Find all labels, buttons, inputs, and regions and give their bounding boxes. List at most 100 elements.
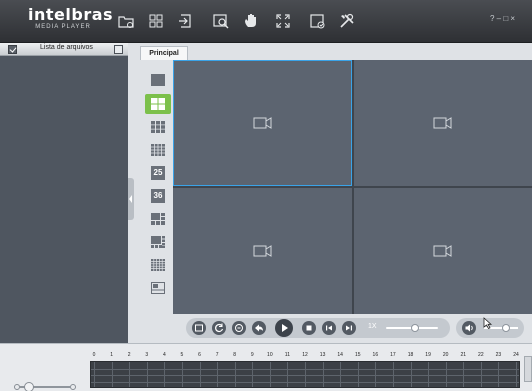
- tab-principal[interactable]: Principal: [140, 46, 188, 60]
- stop-all-button[interactable]: [192, 321, 206, 335]
- timeline-hour-label: 23: [495, 352, 502, 358]
- collapse-panel-handle[interactable]: [128, 178, 134, 220]
- timeline-hour-label: 2: [127, 352, 131, 358]
- timeline-hour-label: 19: [425, 352, 431, 358]
- rewind-button[interactable]: [252, 321, 266, 335]
- fullscreen-icon[interactable]: [274, 12, 292, 30]
- layout-custom-c-button[interactable]: [145, 255, 171, 275]
- mouse-cursor-icon: [483, 317, 493, 329]
- timeline-area: 0 1 2 3 4 5 6 7 8 9 10 11 12 13 14 15 16 17 18 19 20 21 22 23 24: [0, 343, 532, 391]
- playback-controls: 1X: [186, 318, 450, 338]
- brand-subtitle: MEDIA PLAYER: [35, 24, 91, 30]
- timeline-hour-label: 14: [337, 352, 343, 358]
- search-icon[interactable]: [212, 12, 230, 30]
- video-cell-1[interactable]: [173, 60, 352, 186]
- sync-button[interactable]: [212, 321, 226, 335]
- layout-selector: 25 36: [143, 60, 173, 312]
- back-arrow-icon: [255, 324, 263, 332]
- timeline-hour-label: 12: [302, 352, 308, 358]
- layout-grid-icon[interactable]: [147, 12, 165, 30]
- layout-4-button[interactable]: [145, 94, 171, 114]
- timeline-channel-line: [91, 381, 519, 383]
- timeline-hour-label: 21: [460, 352, 467, 358]
- camera-icon: [253, 245, 271, 257]
- timeline-channel-line: [91, 368, 519, 370]
- video-cell-4[interactable]: [354, 188, 532, 314]
- timeline-hour-label: 17: [390, 352, 396, 358]
- file-list-header: Lista de arquivos: [0, 43, 128, 56]
- camera-icon: [433, 117, 452, 129]
- volume-slider-knob[interactable]: [502, 324, 511, 332]
- timeline-hour-label: 20: [442, 352, 449, 358]
- stop-button[interactable]: [302, 321, 316, 335]
- window-controls[interactable]: ? – □ ×: [490, 14, 515, 23]
- layout-custom-b-button[interactable]: [145, 232, 171, 252]
- layout-custom-d-button[interactable]: [145, 278, 171, 298]
- app-logo: intelbras MEDIA PLAYER: [28, 5, 114, 31]
- timeline-track[interactable]: [90, 361, 520, 388]
- screen-icon: [195, 324, 203, 332]
- layout-1-button[interactable]: [145, 70, 171, 90]
- zoom-in-icon[interactable]: [70, 384, 76, 390]
- layout-9-button[interactable]: [145, 117, 171, 137]
- brand-name: intelbras: [28, 5, 114, 24]
- timeline-hour-label: 22: [478, 352, 484, 358]
- timeline-hour-label: 18: [407, 352, 414, 358]
- layout-custom-a-button[interactable]: [145, 209, 171, 229]
- export-icon[interactable]: [177, 12, 195, 30]
- loop-icon: [235, 324, 243, 332]
- timeline-hour-label: 6: [198, 352, 201, 358]
- video-cell-3[interactable]: [173, 188, 352, 314]
- video-grid: [173, 60, 532, 314]
- layout-25-label: 25: [151, 166, 165, 180]
- tools-icon[interactable]: [338, 12, 356, 30]
- play-button[interactable]: [275, 319, 293, 337]
- stop-icon: [306, 325, 312, 331]
- timeline-hour-label: 7: [215, 352, 219, 358]
- timeline-hour-label: 11: [284, 352, 290, 358]
- timeline-hour-label: 3: [145, 352, 149, 358]
- layout-16-button[interactable]: [145, 140, 171, 160]
- snapshot-icon[interactable]: [309, 12, 327, 30]
- file-list-menu-button[interactable]: [114, 45, 123, 54]
- refresh-icon: [215, 323, 224, 333]
- timeline-hour-label: 16: [372, 352, 379, 358]
- top-toolbar: intelbras MEDIA PLAYER ? – □ ×: [0, 0, 532, 43]
- previous-frame-button[interactable]: [322, 321, 336, 335]
- timeline-hour-label: 15: [354, 352, 361, 358]
- timeline-scrollbar[interactable]: [524, 356, 532, 382]
- timeline-zoom[interactable]: [14, 382, 76, 391]
- video-cell-2[interactable]: [354, 60, 532, 186]
- zoom-knob[interactable]: [24, 382, 34, 391]
- file-list-title: Lista de arquivos: [40, 44, 93, 51]
- skip-forward-icon: [346, 325, 352, 331]
- timeline-hour-label: 10: [267, 352, 273, 358]
- timeline-channel-line: [91, 375, 519, 376]
- file-list-panel: Lista de arquivos: [0, 43, 128, 343]
- camera-icon: [433, 245, 452, 257]
- select-all-checkbox[interactable]: [8, 45, 17, 54]
- skip-back-icon: [326, 325, 332, 331]
- next-frame-button[interactable]: [342, 321, 356, 335]
- timeline-hour-label: 4: [162, 352, 166, 358]
- speed-slider[interactable]: [386, 324, 438, 332]
- loop-button[interactable]: [232, 321, 246, 335]
- layout-36-button[interactable]: 36: [145, 186, 171, 206]
- open-file-icon[interactable]: [117, 12, 135, 30]
- timeline-hour-label: 13: [319, 352, 326, 358]
- timeline[interactable]: 0 1 2 3 4 5 6 7 8 9 10 11 12 13 14 15 16 17 18 19 20 21 22 23 24: [90, 352, 520, 388]
- layout-36-label: 36: [151, 189, 165, 203]
- timeline-hour-label: 0: [92, 352, 96, 358]
- timeline-hour-label: 5: [180, 352, 184, 358]
- speed-label: 1X: [368, 323, 377, 330]
- volume-icon[interactable]: [462, 321, 476, 335]
- layout-25-button[interactable]: 25: [145, 163, 171, 183]
- hand-icon[interactable]: [242, 12, 260, 30]
- timeline-hour-label: 1: [110, 352, 113, 358]
- timeline-hour-label: 24: [513, 352, 519, 358]
- timeline-hour-label: 8: [233, 352, 237, 358]
- camera-icon: [253, 117, 271, 129]
- speed-slider-knob[interactable]: [410, 324, 419, 332]
- timeline-hour-label: 9: [250, 352, 254, 358]
- play-icon: [282, 324, 288, 332]
